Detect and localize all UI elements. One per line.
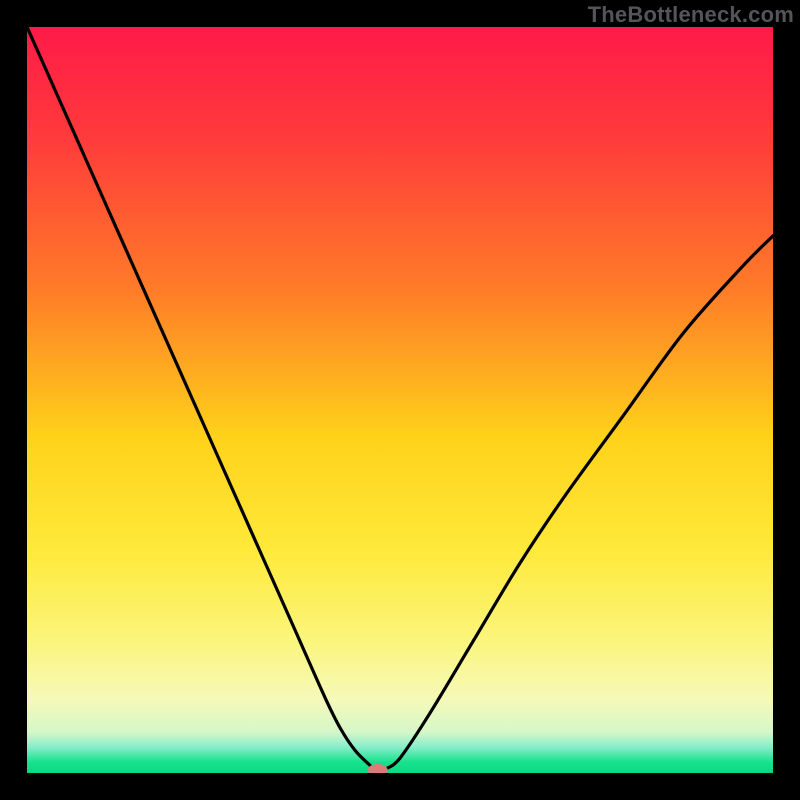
bottleneck-chart: [27, 27, 773, 773]
chart-frame: [27, 27, 773, 773]
gradient-background: [27, 27, 773, 773]
watermark-text: TheBottleneck.com: [588, 2, 794, 28]
